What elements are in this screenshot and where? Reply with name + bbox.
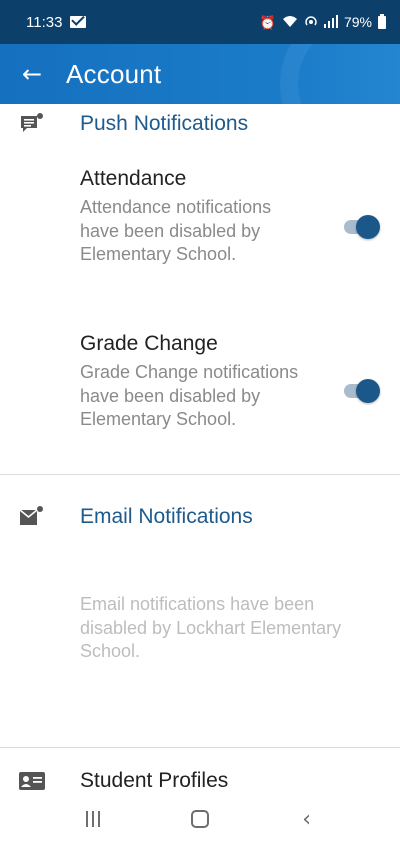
signal-icon (323, 14, 338, 30)
app-bar-decoration (280, 44, 400, 104)
settings-content[interactable]: Push Notifications Attendance Attendance… (0, 104, 400, 794)
email-notifications-title: Email Notifications (80, 505, 253, 528)
alarm-icon: ⏰ (259, 14, 276, 30)
system-nav-bar: ‹ (0, 794, 400, 844)
grade-change-title: Grade Change (80, 332, 218, 355)
status-time: 11:33 (26, 13, 63, 31)
toggle-thumb (356, 215, 380, 239)
recents-icon (86, 811, 101, 827)
status-left: 11:33 (26, 13, 87, 31)
grade-change-description: Grade Change notifications have been dis… (80, 362, 299, 429)
back-arrow-icon: ← (21, 60, 43, 88)
home-icon (190, 810, 209, 828)
attendance-title: Attendance (80, 167, 187, 190)
battery-percent: 79% (343, 14, 372, 30)
push-notifications-header: Push Notifications (0, 104, 400, 144)
section-divider (0, 474, 400, 475)
status-right: ⏰ 79% (259, 13, 386, 30)
mail-icon (70, 16, 87, 28)
back-icon: ‹ (302, 806, 312, 832)
back-button[interactable]: ← (0, 44, 64, 104)
email-notifications-description: Email notifications have been disabled b… (80, 594, 342, 661)
grade-change-toggle[interactable] (342, 379, 380, 403)
student-profiles-row[interactable]: Student Profiles (0, 761, 400, 794)
home-button[interactable] (170, 799, 230, 839)
email-notifications-header: Email Notifications (0, 497, 400, 537)
system-back-button[interactable]: ‹ (277, 799, 337, 839)
recents-button[interactable] (63, 799, 123, 839)
battery-icon (378, 13, 386, 29)
page-title: Account (66, 58, 162, 89)
id-card-icon (18, 768, 46, 794)
attendance-description: Attendance notifications have been disab… (80, 197, 272, 264)
status-bar: 11:33 ⏰ 79% (0, 0, 400, 44)
toggle-thumb (356, 379, 380, 403)
section-divider (0, 747, 400, 748)
app-bar: ← Account (0, 44, 400, 104)
wifi-icon (282, 15, 298, 30)
chat-notification-icon (18, 111, 46, 137)
push-notifications-title: Push Notifications (80, 112, 249, 135)
mail-notification-icon (18, 504, 46, 530)
attendance-toggle[interactable] (342, 215, 380, 239)
student-profiles-title: Student Profiles (80, 769, 229, 792)
hotspot-icon (304, 14, 318, 30)
